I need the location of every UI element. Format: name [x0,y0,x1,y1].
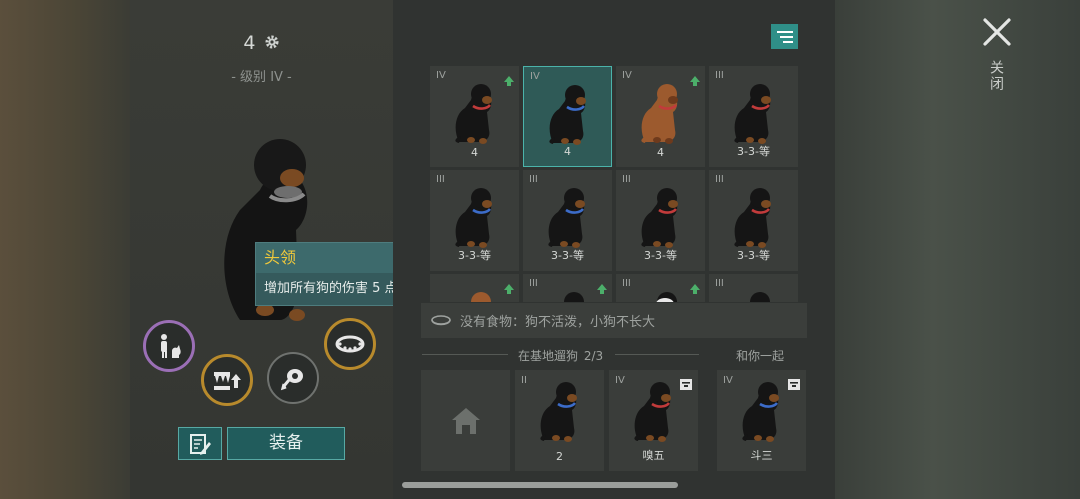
dog-name: 嗅五 [642,449,665,462]
food-bowl-icon [431,314,451,325]
dog-grid-cell[interactable]: III [523,274,612,302]
background-left [0,0,130,499]
dog-portrait [449,184,501,248]
dog-grid-cell[interactable]: IV 4 [430,66,519,167]
dog-name: 4 [657,146,664,159]
dog-portrait [628,378,680,442]
dog-level: 4 [130,32,393,55]
home-icon [452,408,480,434]
dog-tier: III [622,174,631,185]
dog-tier: II [521,375,527,386]
skill-meat-button[interactable] [267,352,319,404]
dog-portrait [635,80,687,144]
dog-tier: III [436,174,445,185]
dog-name: 3-3-等 [551,249,584,262]
dog-grid-cell[interactable]: IV 4 [616,66,705,167]
dog-grid-cell[interactable]: III 3-3-等 [523,170,612,271]
gear-icon[interactable] [264,33,280,55]
with-you-section-label: 和你一起 [736,349,785,363]
dog-tier: III [622,278,631,289]
dog-tier: III [715,70,724,81]
dog-portrait [728,184,780,248]
dog-tier: IV [622,70,632,81]
sort-list-icon [776,30,793,43]
dog-grid-cell[interactable]: III [616,274,705,302]
dog-grid-cell[interactable]: III 3-3-等 [709,66,798,167]
dog-tier: IV [723,375,733,386]
dog-portrait [449,80,501,144]
dog-tier: III [715,174,724,185]
dog-grid-cell[interactable]: IV 4 [523,66,612,167]
upgrade-arrow-icon [690,71,700,90]
level-number: 4 [243,32,256,54]
skill-fangs-upgrade-button[interactable] [201,354,253,406]
storage-box-icon [680,375,692,394]
dog-grid-cell[interactable]: III 3-3-等 [430,170,519,271]
dog-tier: IV [615,375,625,386]
background-right [835,0,1080,499]
base-section-count: 2/3 [583,349,604,363]
base-section-header: 在基地遛狗 2/3 [518,347,603,364]
close-icon[interactable] [980,15,1014,49]
notes-edit-icon [190,433,211,455]
dog-tier: III [529,278,538,289]
storage-box-icon [788,375,800,394]
food-status-text: 没有食物：狗不活泼，小狗不长大 [460,315,656,330]
dog-portrait [728,288,780,302]
dog-name: 2 [556,450,563,463]
dog-grid-cell[interactable]: III [709,274,798,302]
dog-grid-cell[interactable]: III 3-3-等 [709,170,798,271]
dog-name: 4 [564,145,571,158]
skill-pet-command-button[interactable] [143,320,195,372]
dog-portrait [728,80,780,144]
dog-name: 4 [471,146,478,159]
dog-grid-cell[interactable]: III 3-3-等 [616,170,705,271]
dog-portrait [449,288,501,302]
meat-icon [280,369,303,391]
dog-grid-cell[interactable] [430,274,519,302]
equip-button[interactable]: 装备 [227,427,345,460]
dog-portrait [542,288,594,302]
dog-list-panel: IV 4 IV 4 IV 4 III 3-3-等 III 3-3-等 III 3-3-等 III 3-3-… [393,0,835,499]
walking-dog-slot[interactable]: IV 嗅五 [609,370,698,471]
collar-icon [335,335,365,353]
dog-tier: IV [530,71,540,82]
dog-tier: III [529,174,538,185]
dog-name: 3-3-等 [737,145,770,158]
horizontal-scrollbar[interactable] [402,482,678,488]
walking-dog-slot[interactable]: II 2 [515,370,604,471]
dog-tier: IV [436,70,446,81]
dog-name: 斗三 [750,449,773,462]
dog-name: 3-3-等 [737,249,770,262]
upgrade-arrow-icon [504,279,514,298]
dog-portrait [543,81,595,145]
base-section-label: 在基地遛狗 [518,349,579,363]
upgrade-arrow-icon [597,279,607,298]
close-label[interactable]: 关闭 [988,60,1006,92]
dog-portrait [635,288,687,302]
dog-portrait [635,184,687,248]
notes-button[interactable] [178,427,222,460]
dog-grid[interactable]: IV 4 IV 4 IV 4 III 3-3-等 III 3-3-等 III 3-3-等 III 3-3-… [430,66,800,302]
dog-portrait [534,378,586,442]
skill-collar-button[interactable] [324,318,376,370]
fangs-upgrade-icon [214,372,241,390]
dog-tier: III [715,278,724,289]
walking-dog-slot[interactable]: IV 斗三 [717,370,806,471]
sort-button[interactable] [771,24,798,49]
food-status-bar: 没有食物：狗不活泼，小狗不长大 [421,303,807,338]
dog-name: 3-3-等 [458,249,491,262]
divider-mid [615,354,699,355]
upgrade-arrow-icon [504,71,514,90]
dog-portrait [542,184,594,248]
dog-name: 3-3-等 [644,249,677,262]
level-label: - 级别 IV - [231,70,292,85]
pet-command-icon [161,334,181,358]
divider-left [422,354,508,355]
home-slot[interactable] [421,370,510,471]
dog-portrait [736,378,788,442]
upgrade-arrow-icon [690,279,700,298]
dog-detail-panel: 4 - 级别 IV - 头领 增加所有狗的伤害 5 点 装备 [130,0,445,499]
